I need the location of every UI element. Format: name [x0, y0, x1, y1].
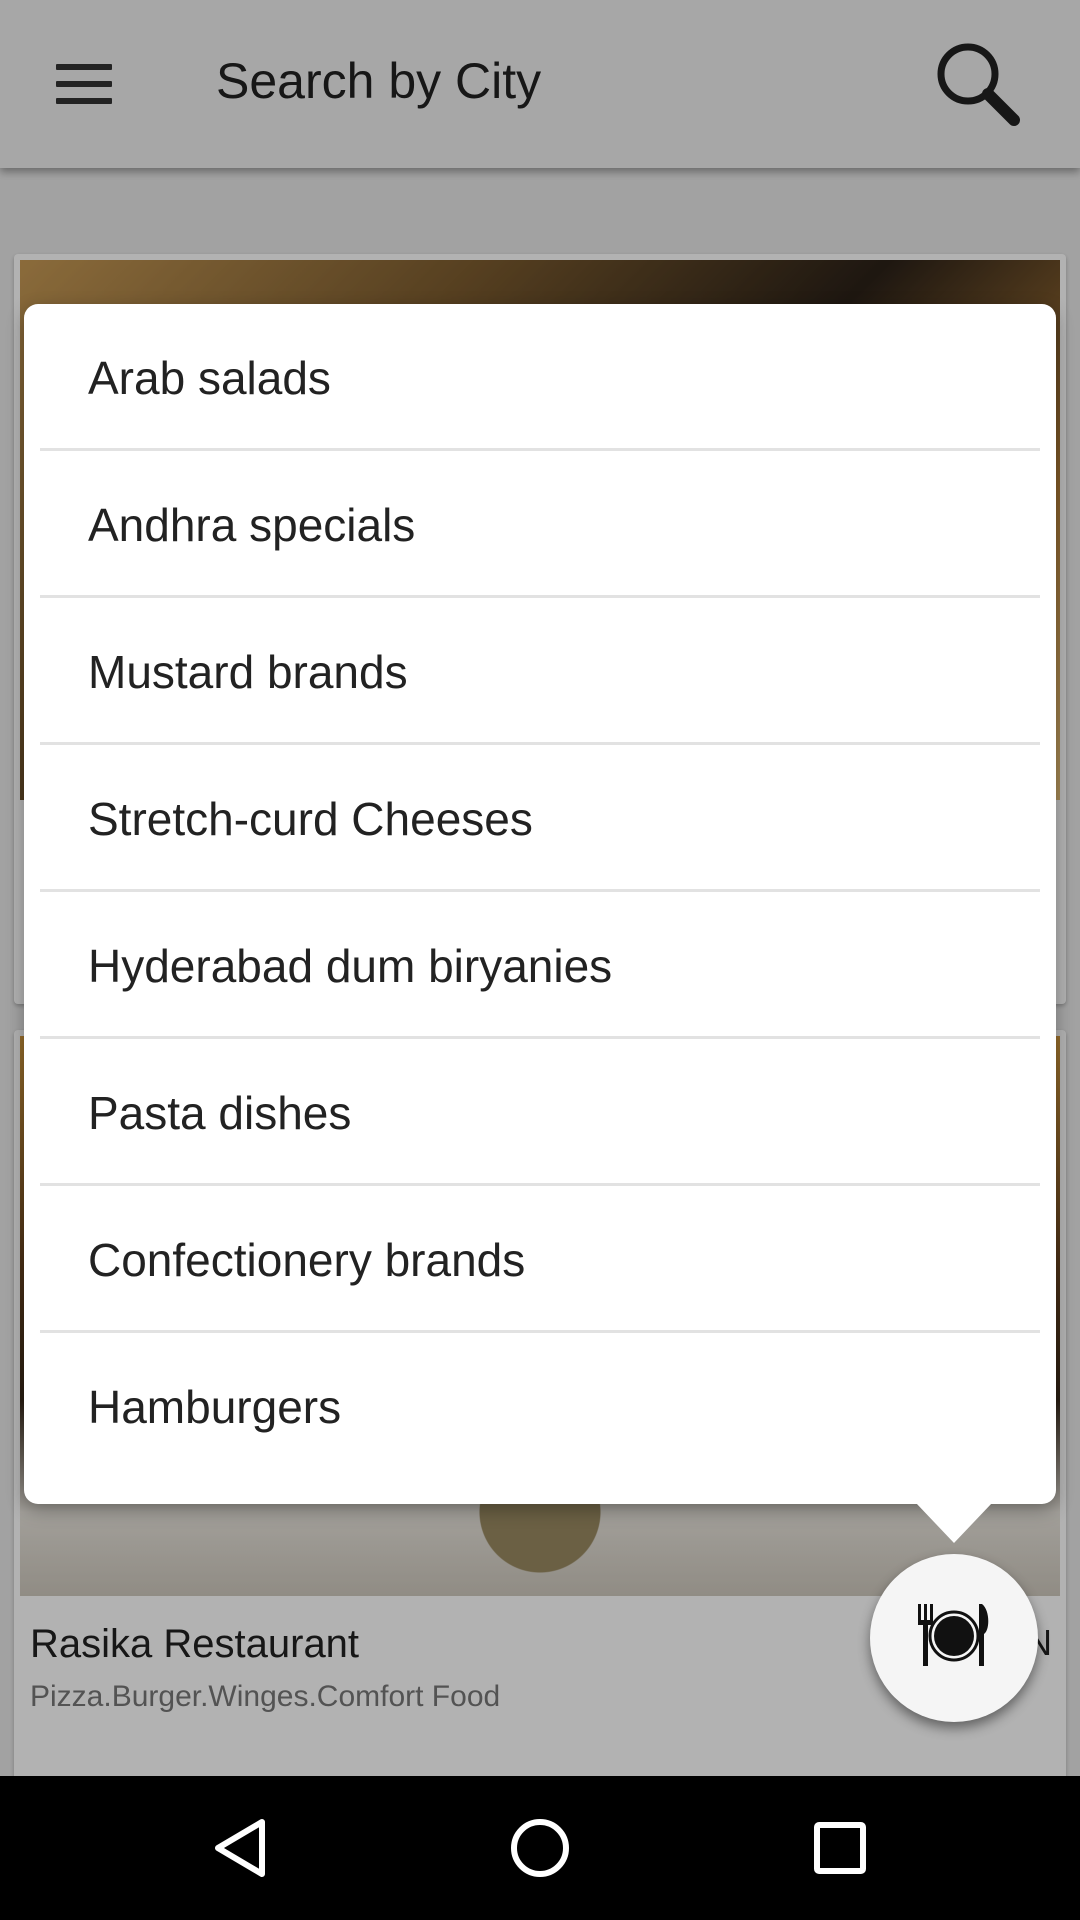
popup-item[interactable]: Hamburgers	[24, 1333, 1056, 1480]
popup-item[interactable]: Arab salads	[24, 304, 1056, 451]
system-navigation-bar	[0, 1776, 1080, 1920]
popup-item[interactable]: Hyderabad dum biryanies	[24, 892, 1056, 1039]
home-icon[interactable]	[490, 1798, 590, 1898]
category-popup: Arab salads Andhra specials Mustard bran…	[24, 304, 1056, 1504]
popup-pointer	[916, 1503, 992, 1543]
popup-item[interactable]: Pasta dishes	[24, 1039, 1056, 1186]
food-menu-fab[interactable]	[870, 1554, 1038, 1722]
popup-item[interactable]: Confectionery brands	[24, 1186, 1056, 1333]
recents-icon[interactable]	[790, 1798, 890, 1898]
back-icon[interactable]	[190, 1798, 290, 1898]
popup-item[interactable]: Andhra specials	[24, 451, 1056, 598]
popup-item[interactable]: Mustard brands	[24, 598, 1056, 745]
plate-fork-knife-icon	[918, 1604, 989, 1666]
popup-item[interactable]: Stretch-curd Cheeses	[24, 745, 1056, 892]
